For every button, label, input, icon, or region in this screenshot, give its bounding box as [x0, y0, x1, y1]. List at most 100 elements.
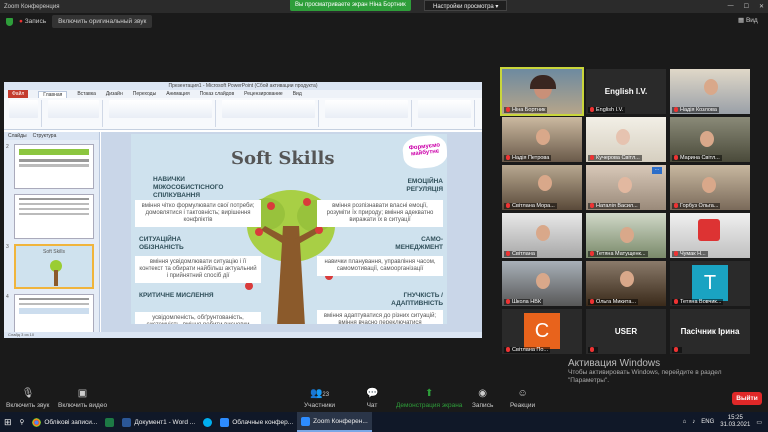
zoom-icon	[301, 416, 311, 426]
excel-icon	[105, 417, 115, 427]
muted-mic-icon	[590, 251, 594, 257]
label-flexibility: ГНУЧКІСТЬ / АДАПТИВНІСТЬ	[391, 292, 443, 307]
share-screen-button[interactable]: ⬆ Демонстрация экрана	[396, 388, 462, 409]
more-options-icon[interactable]: ···	[652, 167, 662, 174]
muted-mic-icon	[506, 155, 510, 161]
slide-logo: Формуємо майбутнє	[401, 134, 447, 171]
participant-tile[interactable]: Ольга Микита...	[586, 261, 666, 306]
powerpoint-title: Презентация1 - Microsoft PowerPoint (Сбо…	[4, 82, 482, 90]
taskbar-item-word[interactable]: Документ1 - Word ...	[118, 412, 199, 432]
text-emotional: вміння розпізнавати власні емоції, розум…	[317, 200, 443, 227]
participants-button[interactable]: 👥23 Участники	[304, 388, 335, 409]
participant-tile[interactable]: Горбуз Ольга...	[670, 165, 750, 210]
slide-thumbnail-selected[interactable]: Soft Skills	[14, 244, 94, 289]
record-button[interactable]: ◉ Запись	[472, 388, 493, 409]
original-sound-button[interactable]: Включить оригинальный звук	[52, 15, 153, 28]
taskbar-item-chrome[interactable]: Облікові записи...	[28, 412, 101, 432]
participants-icon: 👥23	[309, 388, 330, 399]
slide-thumbnail[interactable]	[14, 194, 94, 239]
tab-review[interactable]: Рецензирование	[244, 91, 283, 97]
participant-tile[interactable]: C Світлана По...	[502, 309, 582, 354]
slide-number: 2	[6, 144, 9, 150]
start-button[interactable]: ⊞	[0, 412, 16, 432]
ribbon-group-slides[interactable]	[45, 100, 103, 127]
text-self-management: навички планування, управління часом, са…	[317, 256, 443, 276]
tab-home[interactable]: Главная	[38, 90, 68, 98]
record-icon: ◉	[478, 388, 488, 399]
tab-transitions[interactable]: Переходы	[133, 91, 156, 97]
skype-icon	[203, 417, 213, 427]
ribbon-group-paragraph[interactable]	[219, 100, 319, 127]
leave-meeting-button[interactable]: Выйти	[732, 392, 762, 405]
view-settings-button[interactable]: Настройки просмотра ▾	[424, 0, 508, 11]
taskbar-item-excel[interactable]	[101, 412, 118, 432]
muted-mic-icon	[590, 299, 594, 305]
participant-tile[interactable]: Марина Світл...	[670, 117, 750, 162]
muted-mic-icon	[674, 107, 678, 113]
tab-view[interactable]: Вид	[293, 91, 302, 97]
zoom-icon	[220, 417, 230, 427]
participant-tile[interactable]: Кучерова Світл...	[586, 117, 666, 162]
muted-mic-icon	[590, 107, 594, 113]
network-icon[interactable]: ⌂	[683, 419, 687, 425]
security-shield-icon	[6, 17, 13, 26]
outline-tab[interactable]: Структура	[33, 133, 57, 139]
notifications-icon[interactable]: ▭	[756, 419, 762, 426]
close-icon[interactable]: ✕	[759, 3, 764, 10]
tab-file[interactable]: Файл	[8, 90, 29, 98]
participant-tile[interactable]: Школа НВК	[502, 261, 582, 306]
participant-tile[interactable]: Пасічник Ірина	[670, 309, 750, 354]
participant-tile[interactable]: ··· Наталія Васил...	[586, 165, 666, 210]
ribbon-group-clipboard[interactable]	[6, 100, 42, 127]
volume-icon[interactable]: ♪	[692, 419, 695, 425]
maximize-icon[interactable]: ☐	[744, 3, 749, 10]
participant-tile[interactable]: USER	[586, 309, 666, 354]
slide-thumbnail[interactable]	[14, 144, 94, 189]
tab-slideshow[interactable]: Показ слайдов	[200, 91, 234, 97]
start-video-button[interactable]: ▣ Включить видео	[58, 388, 107, 409]
label-situational: СИТУАЦІЙНА ОБІЗНАНІСТЬ	[139, 236, 184, 251]
taskbar-item-zoom-cloud[interactable]: Облачные конфер...	[216, 412, 297, 432]
recording-indicator: ● Запись	[19, 18, 47, 25]
participant-tile[interactable]: Чумак Н...	[670, 213, 750, 258]
minimize-icon[interactable]: —	[728, 3, 734, 10]
participant-tile[interactable]: Світлана	[502, 213, 582, 258]
chat-icon: 💬	[366, 388, 379, 399]
tab-insert[interactable]: Вставка	[77, 91, 96, 97]
muted-mic-icon	[674, 155, 678, 161]
ribbon-group-font[interactable]	[106, 100, 216, 127]
ribbon-group-drawing[interactable]	[322, 100, 412, 127]
taskbar-item-zoom-conference[interactable]: Zoom Конферен...	[297, 412, 372, 432]
word-icon	[122, 417, 132, 427]
chat-button[interactable]: 💬 Чат	[366, 388, 378, 409]
windows-activation-watermark: Активация Windows Чтобы активировать Win…	[568, 358, 722, 384]
view-button[interactable]: ▦ Вид	[738, 16, 758, 24]
tab-animation[interactable]: Анимация	[166, 91, 189, 97]
tab-design[interactable]: Дизайн	[106, 91, 123, 97]
language-indicator[interactable]: ENG	[701, 419, 714, 425]
participant-tile[interactable]: Надія Козлова	[670, 69, 750, 114]
muted-mic-icon	[506, 251, 510, 257]
slides-panel: Слайды Структура 2 3 Soft Skills 4	[4, 132, 100, 338]
ribbon-tabs: Файл Главная Вставка Дизайн Переходы Ани…	[4, 90, 482, 98]
reactions-button[interactable]: ☺ Реакции	[510, 388, 535, 409]
taskbar-item-skype[interactable]	[199, 412, 216, 432]
clock[interactable]: 15:25 31.03.2021	[720, 415, 750, 429]
muted-mic-icon	[674, 347, 678, 353]
muted-mic-icon	[506, 107, 510, 113]
participant-tile[interactable]: Ніна Бортник	[500, 67, 584, 116]
participant-tile[interactable]: T Тетяна Вовчик...	[670, 261, 750, 306]
participant-tile[interactable]: English I.V. English I.V.	[586, 69, 666, 114]
participant-tile[interactable]: Надія Петрова	[502, 117, 582, 162]
share-screen-icon: ⬆	[425, 388, 434, 399]
participant-tile[interactable]: Тетяна Матущенк...	[586, 213, 666, 258]
participant-tile[interactable]: Світлана Мора...	[502, 165, 582, 210]
slides-tab[interactable]: Слайды	[8, 133, 27, 139]
reactions-icon: ☺	[517, 388, 528, 399]
muted-mic-icon	[506, 203, 510, 209]
unmute-button[interactable]: 🎙 Включить звук	[6, 388, 49, 409]
text-situational: вміння усвідомлювати ситуацію і її конте…	[135, 256, 261, 283]
ribbon-group-editing[interactable]	[415, 100, 475, 127]
avatar: T	[692, 265, 728, 301]
search-button[interactable]: ⚲	[16, 412, 29, 432]
